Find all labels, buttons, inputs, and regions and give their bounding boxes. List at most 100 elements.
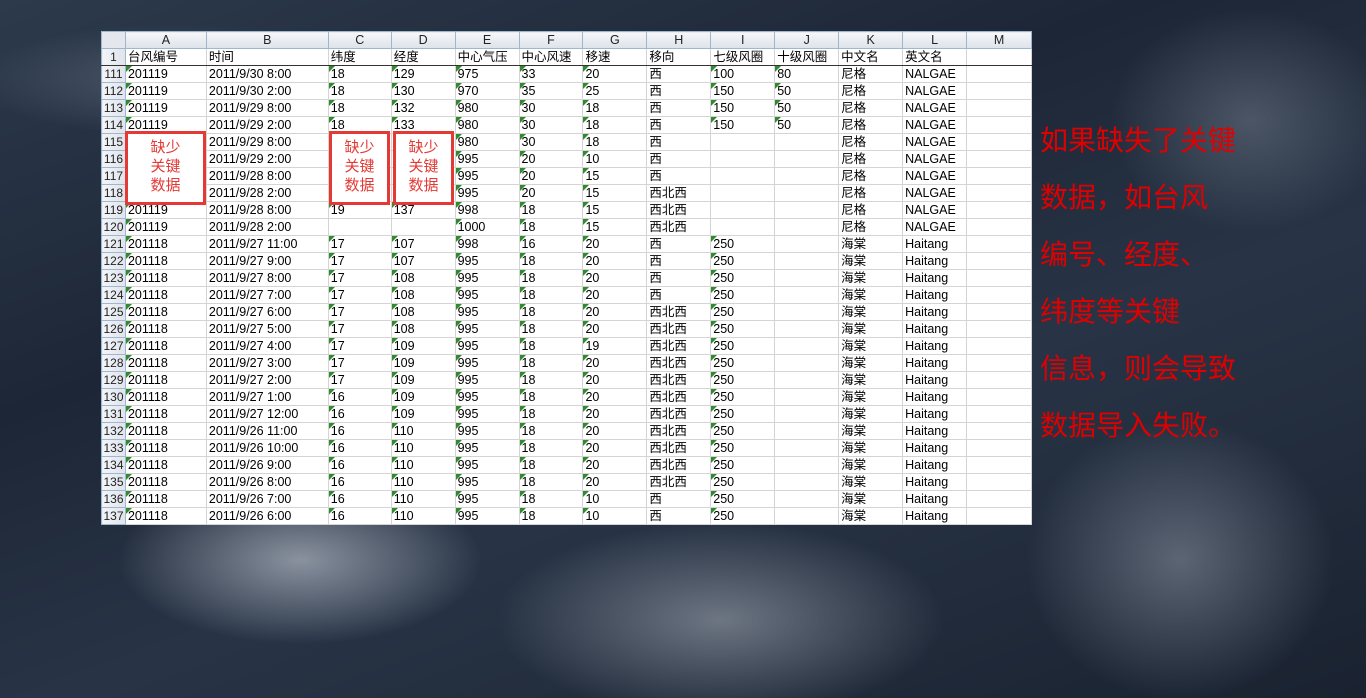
table-cell[interactable]: 西 [646, 286, 712, 304]
table-cell[interactable]: 2011/9/27 5:00 [205, 320, 329, 338]
table-cell[interactable]: 16 [327, 439, 392, 457]
field-header-cell[interactable]: 英文名 [902, 48, 968, 66]
table-cell[interactable]: 2011/9/27 11:00 [205, 235, 329, 253]
table-cell[interactable]: Haitang [902, 371, 968, 389]
table-cell[interactable]: Haitang [902, 507, 968, 525]
table-cell[interactable]: 2011/9/27 4:00 [205, 337, 329, 355]
table-cell[interactable]: 250 [710, 303, 776, 321]
table-cell[interactable]: 西 [646, 507, 712, 525]
table-cell[interactable] [710, 218, 776, 236]
table-cell[interactable]: 2011/9/26 6:00 [205, 507, 329, 525]
table-cell[interactable]: 2011/9/27 6:00 [205, 303, 329, 321]
row-number[interactable]: 134 [101, 456, 126, 474]
table-cell[interactable] [774, 286, 840, 304]
table-cell[interactable] [710, 167, 776, 185]
table-cell[interactable]: 30 [518, 133, 584, 151]
table-cell[interactable] [710, 150, 776, 168]
table-cell[interactable]: 110 [390, 507, 456, 525]
column-header-i[interactable]: I [710, 31, 776, 49]
table-cell[interactable]: 16 [327, 473, 392, 491]
table-cell[interactable]: Haitang [902, 422, 968, 440]
table-cell[interactable]: 108 [390, 269, 456, 287]
row-number[interactable]: 124 [101, 286, 126, 304]
table-cell[interactable]: 80 [774, 65, 840, 83]
table-cell[interactable]: 20 [582, 439, 648, 457]
table-cell[interactable]: 108 [390, 303, 456, 321]
table-cell[interactable]: 50 [774, 82, 840, 100]
table-cell[interactable]: 15 [582, 184, 648, 202]
row-number[interactable]: 112 [101, 82, 126, 100]
table-cell[interactable]: 150 [710, 99, 776, 117]
table-cell[interactable] [774, 507, 840, 525]
table-cell[interactable] [966, 490, 1032, 508]
table-cell[interactable]: 18 [582, 99, 648, 117]
table-cell[interactable] [966, 133, 1032, 151]
table-cell[interactable] [966, 320, 1032, 338]
table-cell[interactable]: NALGAE [902, 184, 968, 202]
table-cell[interactable]: 995 [454, 269, 520, 287]
table-cell[interactable]: 尼格 [838, 167, 904, 185]
row-number[interactable]: 135 [101, 473, 126, 491]
table-cell[interactable] [966, 116, 1032, 134]
table-cell[interactable]: 20 [518, 167, 584, 185]
table-cell[interactable]: Haitang [902, 303, 968, 321]
table-cell[interactable]: 129 [390, 65, 456, 83]
table-cell[interactable]: 18 [518, 337, 584, 355]
table-cell[interactable]: 995 [454, 303, 520, 321]
table-cell[interactable]: 250 [710, 371, 776, 389]
table-cell[interactable]: 1000 [454, 218, 520, 236]
table-cell[interactable]: NALGAE [902, 65, 968, 83]
table-cell[interactable]: 海棠 [838, 439, 904, 457]
table-cell[interactable]: 50 [774, 99, 840, 117]
table-cell[interactable]: 201118 [124, 388, 207, 406]
row-number[interactable]: 125 [101, 303, 126, 321]
table-cell[interactable]: 尼格 [838, 201, 904, 219]
table-cell[interactable]: 980 [454, 99, 520, 117]
table-cell[interactable]: 10 [582, 150, 648, 168]
table-cell[interactable]: 2011/9/27 12:00 [205, 405, 329, 423]
table-cell[interactable]: 海棠 [838, 405, 904, 423]
table-cell[interactable]: 201118 [124, 320, 207, 338]
table-cell[interactable]: 995 [454, 388, 520, 406]
table-cell[interactable]: 201118 [124, 490, 207, 508]
table-cell[interactable] [327, 218, 392, 236]
table-cell[interactable]: 19 [582, 337, 648, 355]
table-cell[interactable]: Haitang [902, 354, 968, 372]
table-cell[interactable]: 201118 [124, 371, 207, 389]
table-cell[interactable]: 西北西 [646, 405, 712, 423]
table-cell[interactable] [774, 201, 840, 219]
table-cell[interactable] [774, 184, 840, 202]
table-cell[interactable]: 975 [454, 65, 520, 83]
table-cell[interactable]: 250 [710, 354, 776, 372]
table-cell[interactable]: 2011/9/27 1:00 [205, 388, 329, 406]
table-cell[interactable]: 2011/9/29 8:00 [205, 99, 329, 117]
table-cell[interactable]: NALGAE [902, 201, 968, 219]
table-cell[interactable] [710, 133, 776, 151]
table-cell[interactable]: Haitang [902, 405, 968, 423]
table-cell[interactable]: 995 [454, 490, 520, 508]
table-cell[interactable]: 西北西 [646, 218, 712, 236]
table-cell[interactable]: 20 [518, 184, 584, 202]
table-cell[interactable]: 西 [646, 82, 712, 100]
table-cell[interactable] [966, 456, 1032, 474]
table-cell[interactable] [966, 150, 1032, 168]
table-cell[interactable]: NALGAE [902, 218, 968, 236]
table-cell[interactable]: Haitang [902, 286, 968, 304]
field-header-cell[interactable]: 时间 [205, 48, 329, 66]
table-cell[interactable]: 201118 [124, 269, 207, 287]
table-cell[interactable]: 18 [518, 286, 584, 304]
table-cell[interactable]: 18 [518, 405, 584, 423]
field-header-cell[interactable]: 纬度 [327, 48, 392, 66]
table-cell[interactable]: 18 [327, 99, 392, 117]
table-cell[interactable]: 17 [327, 371, 392, 389]
table-cell[interactable] [774, 235, 840, 253]
table-cell[interactable]: 109 [390, 337, 456, 355]
table-cell[interactable]: 20 [582, 354, 648, 372]
table-cell[interactable]: 17 [327, 337, 392, 355]
table-cell[interactable]: 250 [710, 235, 776, 253]
table-cell[interactable]: 150 [710, 116, 776, 134]
table-cell[interactable]: 16 [327, 388, 392, 406]
table-cell[interactable]: 250 [710, 405, 776, 423]
table-cell[interactable]: 18 [518, 507, 584, 525]
table-cell[interactable]: 250 [710, 286, 776, 304]
